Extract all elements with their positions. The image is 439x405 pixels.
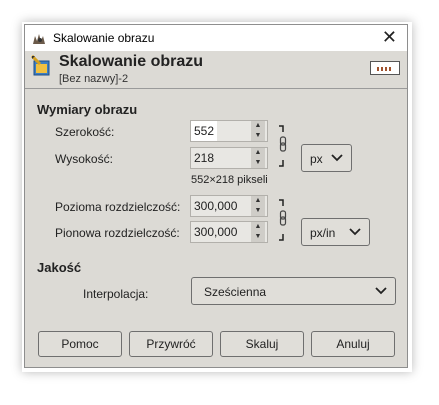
xres-decrement-icon[interactable]: ▼ <box>251 206 265 216</box>
image-name: [Bez nazwy]-2 <box>59 73 129 85</box>
preview-thumbnail-icon <box>377 67 391 71</box>
width-label: Szerokość: <box>55 125 115 139</box>
height-input[interactable] <box>191 148 249 168</box>
interpolation-dropdown[interactable]: Sześcienna <box>191 277 396 305</box>
size-unit-value: px <box>310 152 323 166</box>
resolution-unit-dropdown[interactable]: px/in <box>301 218 370 246</box>
xres-increment-icon[interactable]: ▲ <box>251 196 265 206</box>
width-decrement-icon[interactable]: ▼ <box>251 131 265 141</box>
resolution-unit-value: px/in <box>310 226 336 240</box>
image-size-section-label: Wymiary obrazu <box>37 102 138 117</box>
dialog-header: Skalowanie obrazu [Bez nazwy]-2 <box>25 51 407 89</box>
y-resolution-input[interactable] <box>191 222 249 242</box>
title-bar[interactable]: Skalowanie obrazu ✕ <box>25 25 407 51</box>
help-button[interactable]: Pomoc <box>38 331 122 357</box>
reset-button[interactable]: Przywróć <box>129 331 213 357</box>
height-label: Wysokość: <box>55 152 113 166</box>
image-preview-thumbnail <box>370 61 400 75</box>
y-resolution-label: Pionowa rozdzielczość: <box>55 226 180 240</box>
cancel-button[interactable]: Anuluj <box>311 331 395 357</box>
interpolation-value: Sześcienna <box>204 285 267 299</box>
x-resolution-spinbutton[interactable]: ▲ ▼ <box>190 195 268 217</box>
size-chain-link-icon[interactable] <box>277 124 289 168</box>
gimp-app-icon <box>33 34 45 44</box>
interpolation-label: Interpolacja: <box>83 287 149 301</box>
width-input[interactable] <box>191 121 217 141</box>
scale-button[interactable]: Skaluj <box>220 331 304 357</box>
resolution-chain-link-icon[interactable] <box>277 198 289 242</box>
scale-tool-icon <box>31 55 50 76</box>
chevron-down-icon <box>375 287 387 295</box>
chevron-down-icon <box>331 154 343 162</box>
height-increment-icon[interactable]: ▲ <box>251 148 265 158</box>
x-resolution-label: Pozioma rozdzielczość: <box>55 200 181 214</box>
header-title: Skalowanie obrazu <box>59 53 204 70</box>
chevron-down-icon <box>349 228 361 236</box>
height-decrement-icon[interactable]: ▼ <box>251 158 265 168</box>
close-icon[interactable]: ✕ <box>382 27 397 48</box>
quality-section-label: Jakość <box>37 260 82 275</box>
scale-image-dialog: Skalowanie obrazu ✕ Skalowanie obrazu [B… <box>24 24 408 368</box>
height-spinbutton[interactable]: ▲ ▼ <box>190 147 268 169</box>
yres-increment-icon[interactable]: ▲ <box>251 222 265 232</box>
size-unit-dropdown[interactable]: px <box>301 144 352 172</box>
y-resolution-spinbutton[interactable]: ▲ ▼ <box>190 221 268 243</box>
width-spinbutton[interactable]: ▲ ▼ <box>190 120 268 142</box>
window-title: Skalowanie obrazu <box>53 31 155 45</box>
x-resolution-input[interactable] <box>191 196 249 216</box>
yres-decrement-icon[interactable]: ▼ <box>251 232 265 242</box>
width-increment-icon[interactable]: ▲ <box>251 121 265 131</box>
pixel-dimensions-info: 552×218 pikseli <box>191 174 268 186</box>
